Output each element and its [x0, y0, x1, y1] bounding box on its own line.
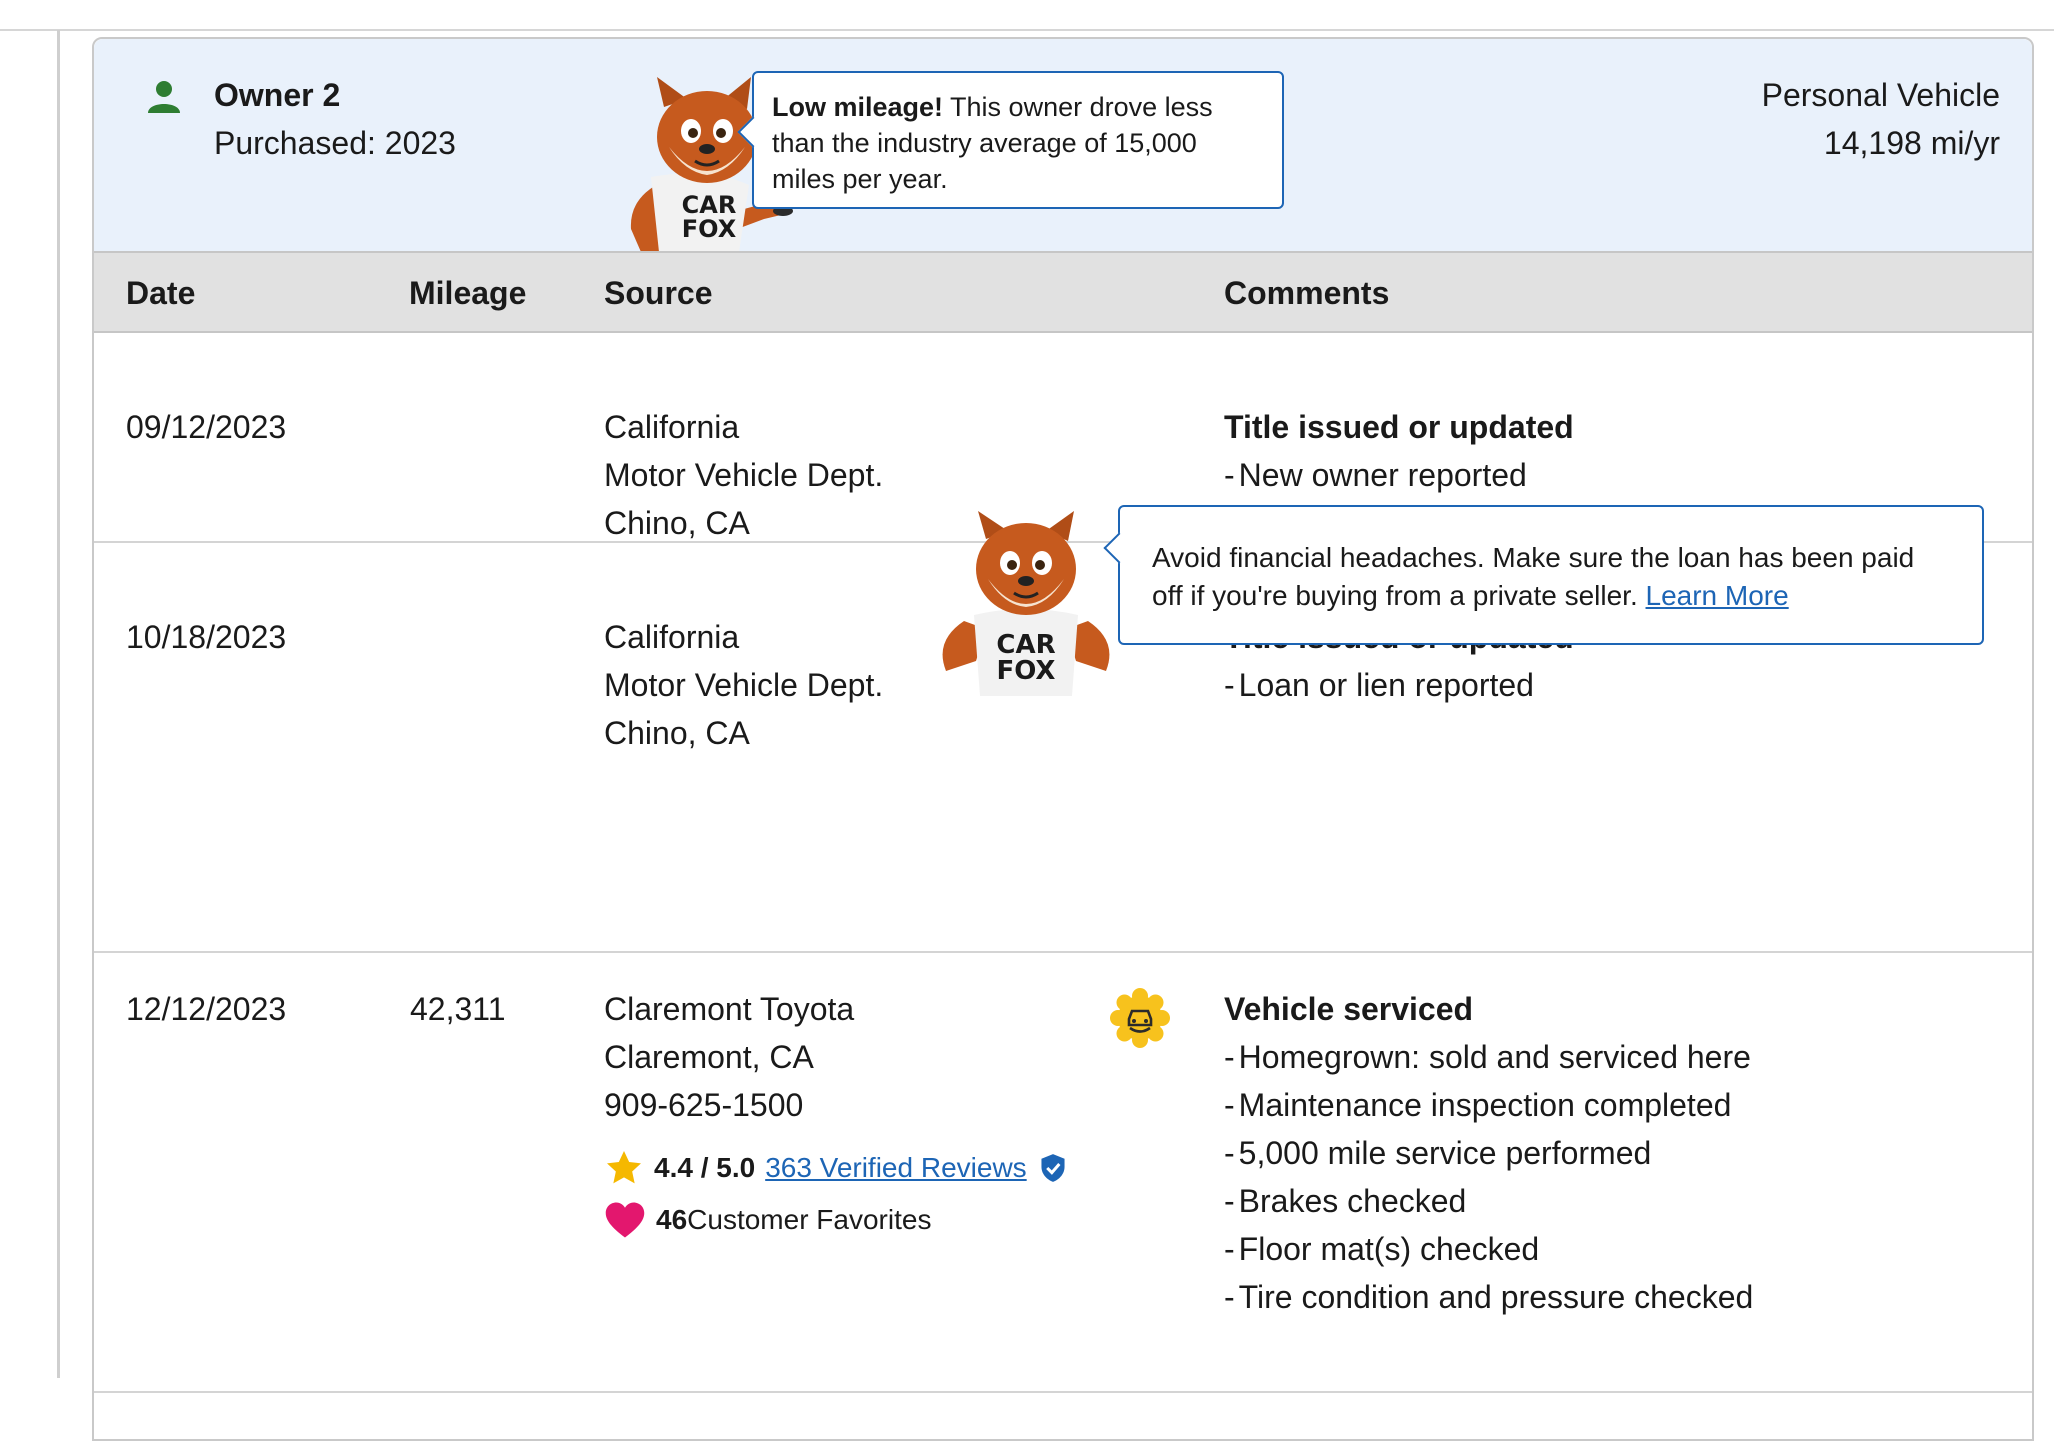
comment-title: Vehicle serviced: [1224, 991, 1474, 1027]
person-icon: [148, 81, 180, 113]
customer-favorites: 46 Customer Favorites: [604, 1197, 931, 1243]
comment-item: - Loan or lien reported: [1224, 667, 1534, 703]
car-service-icon: [1110, 988, 1170, 1048]
purchase-year: Purchased: 2023: [214, 125, 456, 161]
learn-more-link[interactable]: Learn More: [1646, 580, 1789, 611]
comment-item: - Maintenance inspection completed: [1224, 1087, 1732, 1123]
row-mileage: 42,311: [410, 991, 506, 1027]
comment-item: -5,000 mile service performed: [1224, 1135, 1652, 1171]
table-row: 12/12/2023 42,311 Claremont Toyota Clare…: [94, 953, 2032, 1393]
miles-per-year: 14,198 mi/yr: [1823, 125, 2000, 161]
comment-item: - Floor mat(s) checked: [1224, 1231, 1540, 1267]
loan-tip-tooltip: Avoid financial headaches. Make sure the…: [1118, 505, 1984, 645]
source-line: California: [604, 409, 740, 445]
row-comments: Vehicle serviced - Homegrown: sold and se…: [1224, 985, 1753, 1321]
heart-icon: [605, 1202, 645, 1238]
row-comments: Title issued or updated - New owner repor…: [1224, 403, 1574, 499]
favorites-count: 46: [656, 1204, 688, 1235]
column-header-source: Source: [604, 275, 713, 311]
shield-check-icon: [1041, 1154, 1065, 1182]
source-line: Motor Vehicle Dept.: [604, 667, 884, 703]
favorites-label: Customer Favorites: [687, 1204, 932, 1235]
source-line: Claremont, CA: [604, 1039, 814, 1075]
column-header-comments: Comments: [1224, 275, 1390, 311]
column-header-mileage: Mileage: [409, 275, 527, 311]
comment-item: - Homegrown: sold and serviced here: [1224, 1039, 1751, 1075]
row-source: Claremont Toyota Claremont, CA 909-625-1…: [604, 985, 854, 1129]
row-date: 10/18/2023: [126, 619, 287, 655]
source-line: Chino, CA: [604, 505, 750, 541]
owner-history-card: Owner 2 Purchased: 2023 CAR FOX Low mile…: [92, 37, 2034, 1441]
top-divider: [0, 29, 2054, 31]
verified-reviews-link[interactable]: 363 Verified Reviews: [765, 1152, 1026, 1184]
low-mileage-tooltip: Low mileage! This owner drove less than …: [752, 71, 1284, 209]
left-divider: [57, 30, 60, 1378]
star-icon: [607, 1151, 641, 1184]
rating-value: 4.4 / 5.0: [654, 1152, 756, 1183]
row-source: California Motor Vehicle Dept. Chino, CA: [604, 613, 883, 757]
comment-item: - New owner reported: [1224, 457, 1527, 493]
comment-title: Title issued or updated: [1224, 409, 1574, 445]
source-line: Motor Vehicle Dept.: [604, 457, 884, 493]
vehicle-type: Personal Vehicle: [1761, 77, 2000, 113]
row-date: 12/12/2023: [126, 991, 287, 1027]
comment-item: - Tire condition and pressure checked: [1224, 1279, 1754, 1315]
dealer-rating: 4.4 / 5.0 363 Verified Reviews: [604, 1145, 1077, 1191]
table-header: Date Mileage Source Comments: [94, 251, 2032, 333]
owner-header: Owner 2 Purchased: 2023 CAR FOX Low mile…: [94, 39, 2032, 252]
low-mileage-label: Low mileage!: [772, 92, 944, 122]
car-fox-mascot-hands-on-hips: CAR FOX: [942, 511, 1110, 696]
column-header-date: Date: [126, 275, 196, 311]
loan-tip-text: Avoid financial headaches. Make sure the…: [1152, 542, 1915, 611]
source-dealer-name: Claremont Toyota: [604, 991, 855, 1027]
row-date: 09/12/2023: [126, 409, 287, 445]
mascot-shirt-line2: FOX: [997, 656, 1056, 686]
row-source: California Motor Vehicle Dept. Chino, CA: [604, 403, 883, 547]
mascot-shirt-line2: FOX: [682, 215, 737, 243]
comment-item: - Brakes checked: [1224, 1183, 1467, 1219]
owner-title: Owner 2: [214, 77, 341, 113]
source-phone: 909-625-1500: [604, 1087, 804, 1123]
source-line: California: [604, 619, 740, 655]
source-line: Chino, CA: [604, 715, 750, 751]
